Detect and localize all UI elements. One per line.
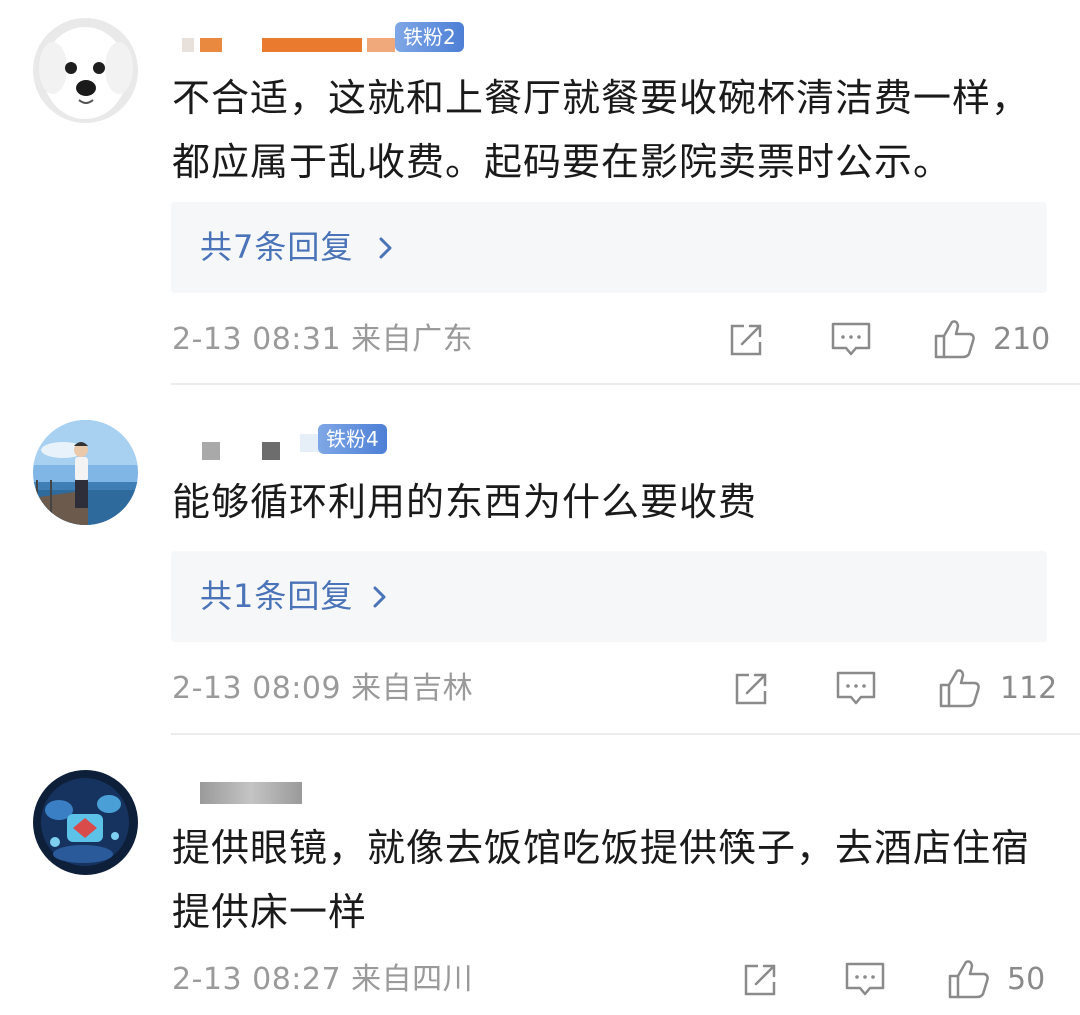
like-button[interactable] [933,318,977,359]
share-icon [735,673,767,705]
replies-box[interactable]: 共7条回复 [171,202,1047,293]
fan-badge: 铁粉2 [395,22,464,52]
like-count: 50 [1007,962,1046,997]
user-avatar[interactable] [33,770,138,875]
divider [171,383,1080,385]
share-button[interactable] [731,669,771,709]
comment-item: 提供眼镜，就像去饭馆吃饭提供筷子，去酒店住宿提供床一样 2-13 08:27 来… [0,736,1080,1015]
comment-text: 提供眼镜，就像去饭馆吃饭提供筷子，去酒店住宿提供床一样 [172,826,1031,934]
replies-box[interactable]: 共1条回复 [171,551,1047,642]
user-avatar[interactable] [33,18,138,123]
dog-avatar-image [33,18,138,123]
like-count: 210 [993,322,1051,357]
thumbs-up-icon [939,669,980,708]
like-button[interactable] [947,958,991,999]
chevron-right-icon [373,586,386,608]
comment-button[interactable] [844,960,886,1000]
comment-icon [831,322,871,356]
comment-meta: 2-13 08:27 来自四川 [172,962,474,997]
thumbs-up-icon [934,320,975,359]
game-art-avatar-image [33,770,138,875]
share-icon [744,964,776,996]
divider [171,733,1080,735]
comment-text: 不合适，这就和上餐厅就餐要收碗杯清洁费一样，都应属于乱收费。起码要在影院卖票时公… [172,76,1031,184]
person-seaside-avatar-image [33,420,138,525]
comment-item: 铁粉2 不合适，这就和上餐厅就餐要收碗杯清洁费一样，都应属于乱收费。起码要在影院… [0,0,1080,385]
like-button[interactable] [938,667,982,708]
comment-item: 铁粉4 能够循环利用的东西为什么要收费 共1条回复 2-13 08:09 来自吉… [0,386,1080,735]
user-avatar[interactable] [33,420,138,525]
fan-badge: 铁粉4 [318,424,387,454]
share-button[interactable] [740,960,780,1000]
share-button[interactable] [726,320,766,360]
like-count: 112 [1000,671,1058,706]
comment-meta: 2-13 08:09 来自吉林 [172,671,474,706]
comment-button[interactable] [830,320,872,360]
username[interactable] [172,780,312,814]
chevron-right-icon [379,237,392,259]
replies-label: 共1条回复 [200,577,354,615]
comment-icon [836,671,876,705]
replies-label: 共7条回复 [200,228,354,266]
thumbs-up-icon [948,960,989,999]
comment-text: 能够循环利用的东西为什么要收费 [172,480,758,524]
comment-icon [845,962,885,996]
comment-button[interactable] [835,669,877,709]
comment-meta: 2-13 08:31 来自广东 [172,322,474,357]
share-icon [730,324,762,356]
